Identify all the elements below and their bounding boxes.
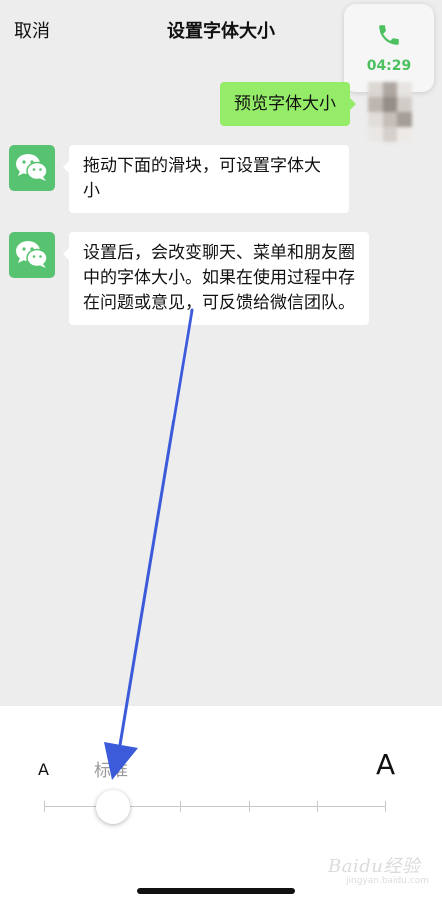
slider-tick[interactable] xyxy=(44,801,45,812)
large-font-label: A xyxy=(376,748,396,781)
baidu-watermark: Baidu经验 jingyan.baidu.com xyxy=(328,856,430,886)
slider-tick[interactable] xyxy=(249,801,250,812)
wechat-team-avatar[interactable] xyxy=(9,145,55,191)
wechat-team-avatar[interactable] xyxy=(9,232,55,278)
font-size-panel: A 标准 A Baidu经验 jingyan.baidu.com xyxy=(0,706,442,898)
received-message-bubble: 拖动下面的滑块，可设置字体大小 xyxy=(63,145,349,213)
wechat-logo-icon xyxy=(16,154,48,181)
current-size-label: 标准 xyxy=(94,761,128,781)
home-indicator[interactable] xyxy=(137,888,295,894)
received-message-bubble: 设置后，会改变聊天、菜单和朋友圈中的字体大小。如果在使用过程中存在问题或意见，可… xyxy=(63,232,369,325)
wechat-logo-icon xyxy=(16,241,48,268)
voice-call-float-window[interactable]: 04:29 xyxy=(344,4,434,92)
small-font-label: A xyxy=(38,760,49,779)
call-timer: 04:29 xyxy=(366,58,412,74)
phone-icon xyxy=(379,25,399,45)
user-avatar xyxy=(368,82,412,142)
slider-tick[interactable] xyxy=(385,801,386,812)
slider-tick[interactable] xyxy=(317,801,318,812)
sent-message-bubble: 预览字体大小 xyxy=(220,82,356,126)
slider-tick[interactable] xyxy=(180,801,181,812)
font-size-slider-thumb[interactable] xyxy=(96,790,130,824)
